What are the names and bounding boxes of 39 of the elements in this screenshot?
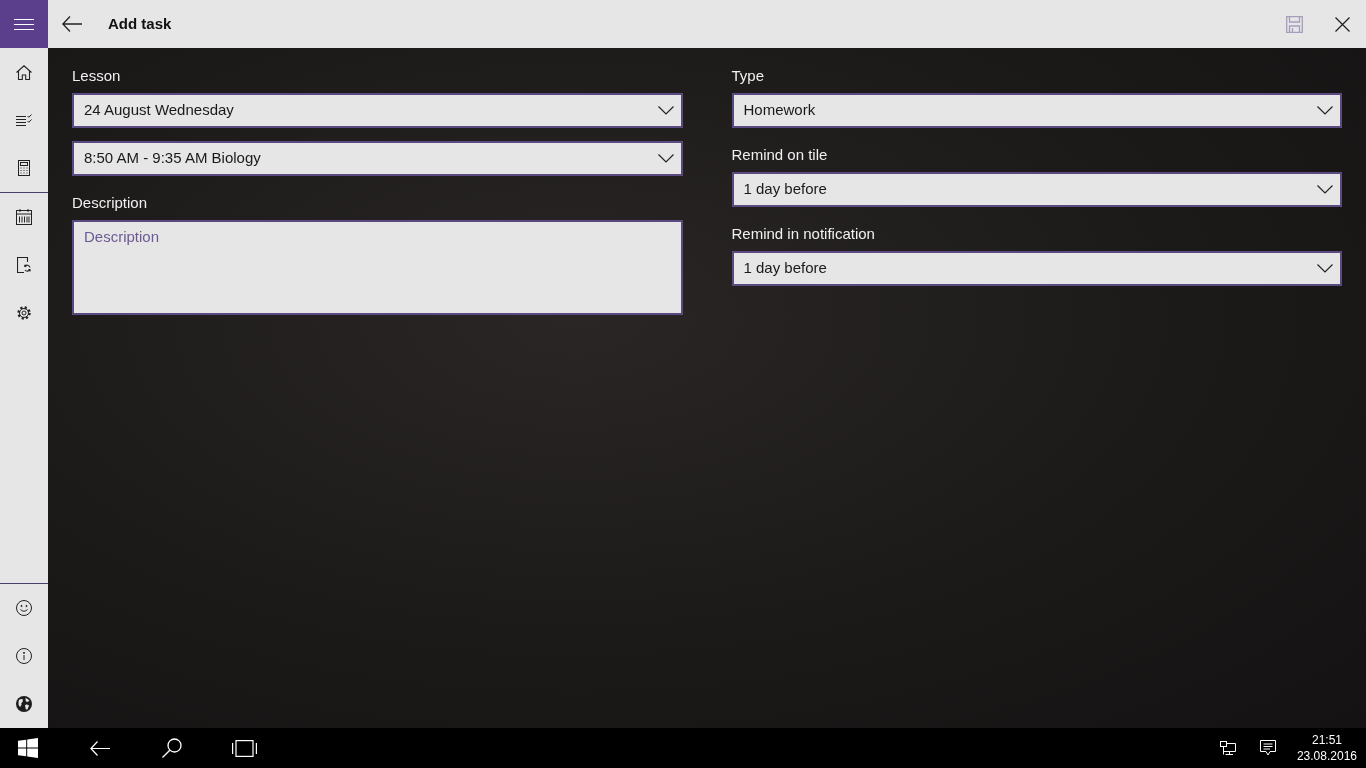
globe-icon: [16, 696, 32, 712]
search-icon: [162, 738, 182, 758]
dropdown[interactable]: 24 August Wednesday: [72, 93, 683, 128]
description-field[interactable]: Description: [72, 220, 683, 315]
page-title: Add task: [108, 13, 172, 34]
clock-date[interactable]: 23.08.2016: [1296, 748, 1357, 764]
clock-time[interactable]: 21:51: [1311, 732, 1342, 748]
dropdown[interactable]: 1 day before: [731, 251, 1342, 286]
field-label: Lesson: [72, 66, 122, 86]
settings-icon: [16, 305, 32, 321]
document-refresh-icon: [17, 257, 31, 273]
back-arrow-icon: [90, 740, 110, 756]
chevron-down-icon: [657, 106, 674, 115]
chevron-down-icon: [1317, 106, 1333, 115]
field-label: Description: [72, 193, 149, 213]
menu-icon: [14, 18, 34, 30]
dropdown[interactable]: 8:50 AM - 9:35 AM Biology: [72, 141, 683, 176]
network-icon: [1219, 741, 1236, 755]
notification-icon: [1259, 740, 1276, 756]
menu-button[interactable]: [0, 0, 48, 48]
calendar-icon: [16, 209, 32, 225]
back-arrow-icon: [62, 16, 82, 32]
home-icon: [16, 64, 32, 80]
chevron-down-icon: [1317, 264, 1333, 273]
task-view-icon: [231, 739, 257, 757]
checklist-icon: [16, 114, 32, 126]
chevron-down-icon: [657, 154, 674, 163]
info-icon: [16, 648, 32, 664]
close-icon: [1334, 16, 1350, 32]
dropdown[interactable]: 1 day before: [731, 172, 1342, 207]
chevron-down-icon: [1317, 185, 1333, 194]
save-icon: [1285, 15, 1303, 33]
calculator-icon: [18, 160, 30, 176]
field-label: Remind on tile: [731, 145, 829, 165]
field-label: Remind in notification: [731, 224, 876, 244]
smiley-icon: [16, 600, 32, 616]
field-label: Type: [731, 66, 766, 86]
dropdown[interactable]: Homework: [731, 93, 1342, 128]
windows-logo-icon: [18, 738, 38, 758]
